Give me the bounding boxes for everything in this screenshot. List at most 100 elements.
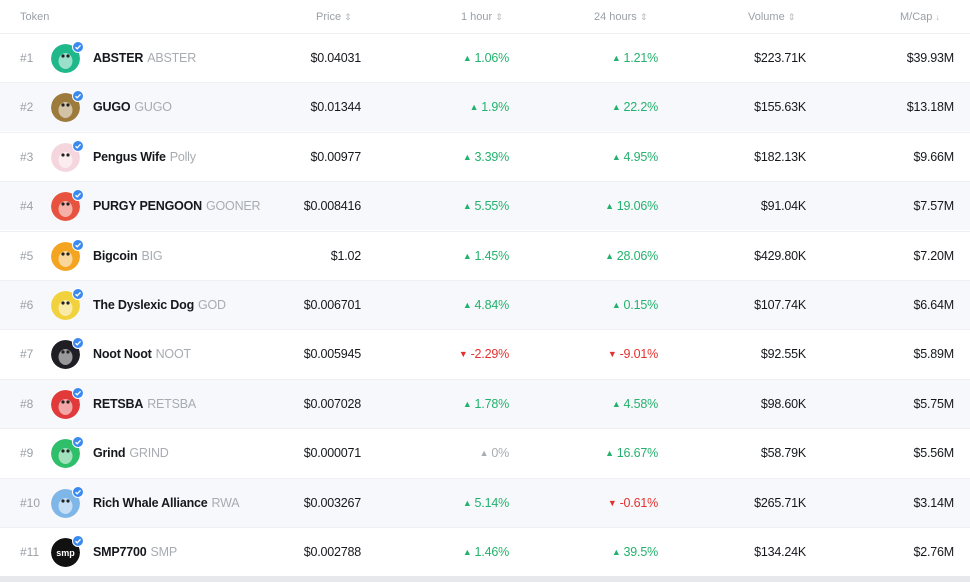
header-volume[interactable]: Volume ⇕: [748, 11, 795, 23]
table-row[interactable]: #7 Noot Noot NOOT $0.005945 ▼ -2.29% ▼ -9.0…: [0, 329, 970, 378]
price-value: $1.02: [330, 248, 361, 263]
volume-value: $265.71K: [754, 495, 806, 510]
verified-badge-icon: [72, 386, 84, 399]
header-price[interactable]: Price ⇕: [316, 11, 352, 23]
token-name[interactable]: Pengus Wife Polly: [93, 150, 196, 164]
trend-arrow-icon: ▲: [462, 398, 472, 409]
dog-icon: [51, 288, 84, 320]
verified-badge-icon: [72, 90, 84, 103]
header-1-hour[interactable]: 1 hour ⇕: [461, 11, 503, 23]
volume-value: $98.60K: [760, 396, 806, 411]
header-token[interactable]: Token: [20, 11, 49, 23]
verified-badge-icon: [72, 238, 84, 251]
trend-arrow-icon: ▲: [469, 102, 479, 113]
token-symbol: SMP: [150, 545, 178, 559]
price-value: $0.008416: [303, 199, 361, 214]
rank: #4: [20, 199, 34, 214]
trend-arrow-icon: ▲: [611, 547, 621, 557]
verified-badge-icon: [72, 41, 84, 53]
verified-badge-icon: [72, 485, 84, 498]
token-name[interactable]: Noot Noot NOOT: [93, 347, 191, 361]
token-name[interactable]: SMP7700 SMP: [93, 545, 177, 559]
market-cap-value: $5.56M: [913, 446, 955, 461]
avatar-label: smp: [56, 548, 75, 558]
rank: #3: [20, 149, 34, 164]
rank: #8: [20, 396, 34, 411]
sort-icon: ⇕: [787, 12, 796, 22]
trend-arrow-icon: ▲: [462, 53, 472, 63]
volume-value: $58.79K: [760, 446, 806, 461]
table-row[interactable]: #3 Pengus Wife Polly $0.00977 ▲ 3.39% ▲ 4.9…: [0, 131, 970, 181]
token-table: Token Price ⇕ 1 hour ⇕ 24 hours ⇕ Volume ⇕ M…: [0, 0, 970, 582]
trend-arrow-icon: ▲: [611, 398, 621, 409]
token-symbol: GOD: [198, 298, 226, 312]
market-cap-value: $5.75M: [913, 396, 955, 411]
token-symbol: GRIND: [129, 446, 169, 461]
change-1h: ▲ 0%: [479, 446, 510, 461]
penguin-icon: [51, 337, 84, 370]
token-symbol: Polly: [169, 149, 196, 164]
token-symbol: GOONER: [206, 199, 261, 214]
rank: #1: [20, 51, 34, 65]
header-mcap[interactable]: M/Cap ↓: [900, 11, 940, 23]
table-row[interactable]: #1 ABSTER ABSTER $0.04031 ▲ 1.06% ▲ 1.21% $…: [0, 33, 970, 82]
volume-value: $223.71K: [754, 51, 806, 65]
rank: #9: [20, 446, 34, 461]
trend-arrow-icon: ▲: [479, 448, 489, 459]
token-name[interactable]: Bigcoin BIG: [93, 249, 163, 263]
trend-arrow-icon: ▲: [462, 201, 472, 212]
table-row[interactable]: #9 Grind GRIND $0.000071 ▲ 0% ▲ 16.67% $58.…: [0, 428, 970, 477]
table-row[interactable]: #10 Rich Whale Alliance RWA $0.003267 ▲ 5.…: [0, 477, 970, 527]
token-name[interactable]: PURGY PENGOON GOONER: [93, 199, 261, 214]
change-24h: ▲ 0.15%: [611, 298, 658, 312]
volume-value: $134.24K: [754, 545, 806, 559]
rank: #10: [20, 495, 41, 510]
rank: #6: [20, 298, 34, 312]
verified-badge-icon: [72, 189, 84, 202]
volume-value: $429.80K: [754, 248, 806, 263]
table-row[interactable]: #5 Bigcoin BIG $1.02 ▲ 1.45% ▲ 28.06% $429.…: [0, 230, 970, 280]
market-cap-value: $2.76M: [913, 545, 955, 559]
volume-value: $107.74K: [754, 298, 806, 312]
gugo-icon: [51, 90, 84, 123]
token-name[interactable]: GUGO GUGO: [93, 100, 172, 114]
token-symbol: NOOT: [155, 347, 192, 362]
trend-arrow-icon: ▲: [611, 53, 621, 63]
trend-arrow-icon: ▲: [611, 102, 621, 113]
rank: #11: [20, 545, 40, 559]
token-name[interactable]: Grind GRIND: [93, 446, 169, 460]
table-row[interactable]: #2 GUGO GUGO $0.01344 ▲ 1.9% ▲ 22.2% $155.6…: [0, 82, 970, 132]
trend-arrow-icon: ▼: [458, 349, 468, 360]
change-1h: ▲ 3.39%: [462, 149, 509, 164]
header-24-hours[interactable]: 24 hours ⇕: [594, 11, 647, 23]
price-value: $0.003267: [303, 495, 361, 510]
table-row[interactable]: #11 smp SMP7700 SMP $0.002788 ▲ 1.46% ▲ 39.…: [0, 527, 970, 576]
market-cap-value: $39.93M: [906, 51, 954, 65]
change-1h: ▲ 5.14%: [462, 495, 509, 510]
token-name[interactable]: RETSBA RETSBA: [93, 397, 196, 411]
sort-desc-icon: ↓: [935, 12, 940, 22]
whale-icon: [51, 485, 84, 518]
bitcoin-icon: [51, 238, 84, 271]
token-name[interactable]: ABSTER ABSTER: [93, 51, 196, 65]
penguin-icon: [51, 386, 84, 419]
horizontal-scrollbar[interactable]: [0, 576, 970, 582]
sort-icon: ⇕: [495, 12, 503, 22]
table-row[interactable]: #8 RETSBA RETSBA $0.007028 ▲ 1.78% ▲ 4.58% …: [0, 378, 970, 428]
table-row[interactable]: #6 The Dyslexic Dog GOD $0.006701 ▲ 4.84% …: [0, 280, 970, 329]
change-24h: ▲ 39.5%: [611, 545, 658, 559]
trend-arrow-icon: ▲: [462, 497, 472, 508]
verified-badge-icon: [72, 288, 84, 300]
market-cap-value: $7.57M: [913, 199, 955, 214]
token-name[interactable]: Rich Whale Alliance RWA: [93, 496, 240, 510]
verified-badge-icon: [72, 337, 84, 350]
change-24h: ▲ 4.58%: [611, 396, 658, 411]
change-24h: ▲ 16.67%: [605, 446, 658, 461]
change-1h: ▲ 1.9%: [469, 100, 510, 115]
table-row[interactable]: #4 PURGY PENGOON GOONER $0.008416 ▲ 5.55% …: [0, 181, 970, 231]
price-value: $0.007028: [303, 396, 361, 411]
token-symbol: GUGO: [134, 100, 172, 115]
market-cap-value: $13.18M: [906, 100, 954, 115]
token-name[interactable]: The Dyslexic Dog GOD: [93, 298, 226, 312]
price-value: $0.00977: [310, 149, 361, 164]
